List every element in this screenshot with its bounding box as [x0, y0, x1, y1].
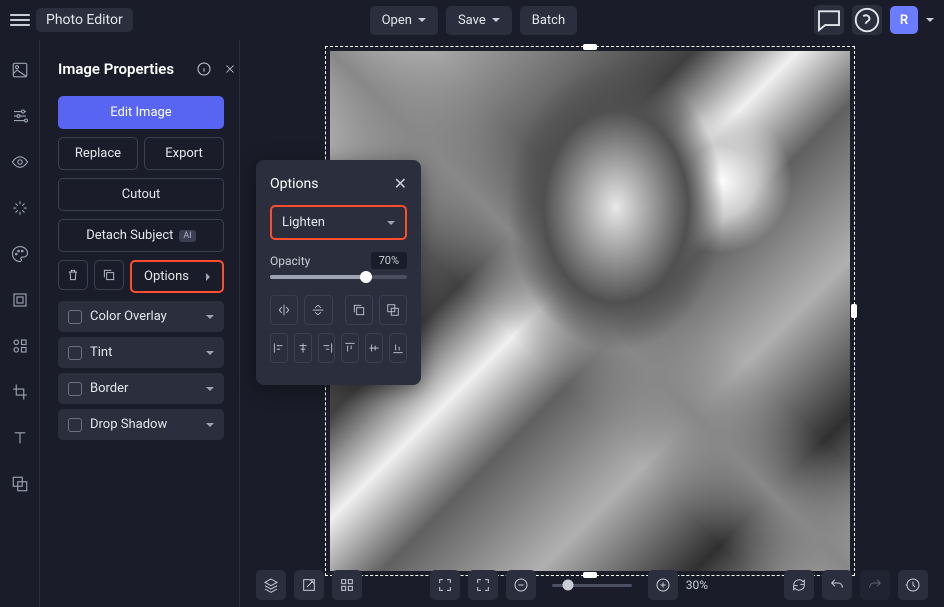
- align-left-button[interactable]: [270, 333, 288, 363]
- copy-button[interactable]: [345, 295, 373, 325]
- open-button[interactable]: Open: [370, 6, 438, 35]
- info-icon[interactable]: [195, 60, 213, 78]
- chevron-down-icon: [206, 315, 214, 319]
- image-tool-icon[interactable]: [8, 58, 32, 82]
- replace-button[interactable]: Replace: [58, 137, 138, 170]
- eye-tool-icon[interactable]: [8, 150, 32, 174]
- crop-tool-icon[interactable]: [8, 380, 32, 404]
- blend-mode-select[interactable]: Lighten: [270, 205, 407, 240]
- refresh-button[interactable]: [784, 570, 814, 600]
- ai-badge: AI: [179, 230, 195, 242]
- export-button[interactable]: Export: [144, 137, 224, 170]
- hamburger-menu-icon[interactable]: [10, 10, 30, 30]
- avatar[interactable]: R: [890, 6, 918, 34]
- align-center-h-button[interactable]: [294, 333, 312, 363]
- cutout-button[interactable]: Cutout: [58, 178, 224, 211]
- history-button[interactable]: [898, 570, 928, 600]
- opacity-slider[interactable]: [270, 275, 407, 279]
- slider-thumb[interactable]: [360, 271, 372, 283]
- checkbox-icon[interactable]: [68, 382, 82, 396]
- app-title: Photo Editor: [36, 8, 133, 32]
- chevron-down-icon: [387, 221, 395, 225]
- resize-handle-right[interactable]: [851, 304, 857, 318]
- undo-button[interactable]: [822, 570, 852, 600]
- align-center-v-button[interactable]: [365, 333, 383, 363]
- layers-tool-icon[interactable]: [8, 472, 32, 496]
- detach-subject-button[interactable]: Detach Subject AI: [58, 219, 224, 252]
- palette-tool-icon[interactable]: [8, 242, 32, 266]
- grid-view-button[interactable]: [332, 570, 362, 600]
- edit-page-button[interactable]: [294, 570, 324, 600]
- sparkle-tool-icon[interactable]: [8, 196, 32, 220]
- resize-handle-top[interactable]: [583, 44, 597, 50]
- tint-expand[interactable]: Tint: [58, 337, 224, 368]
- adjust-tool-icon[interactable]: [8, 104, 32, 128]
- checkbox-icon[interactable]: [68, 418, 82, 432]
- opacity-value: 70%: [371, 252, 407, 269]
- drop-shadow-expand[interactable]: Drop Shadow: [58, 409, 224, 440]
- zoom-in-button[interactable]: [648, 570, 678, 600]
- chevron-down-icon: [206, 387, 214, 391]
- options-popup: Options ✕ Lighten Opacity 70%: [256, 160, 421, 385]
- chevron-right-icon: [206, 273, 210, 281]
- chevron-down-icon: [206, 351, 214, 355]
- delete-button[interactable]: [58, 260, 88, 290]
- duplicate-button[interactable]: [94, 260, 124, 290]
- help-button[interactable]: [852, 5, 882, 35]
- chevron-down-icon: [418, 18, 426, 22]
- shapes-tool-icon[interactable]: [8, 334, 32, 358]
- fullscreen-button[interactable]: [430, 570, 460, 600]
- checkbox-icon[interactable]: [68, 346, 82, 360]
- comments-button[interactable]: [814, 5, 844, 35]
- checkbox-icon[interactable]: [68, 310, 82, 324]
- color-overlay-expand[interactable]: Color Overlay: [58, 301, 224, 332]
- layers-button[interactable]: [256, 570, 286, 600]
- text-tool-icon[interactable]: [8, 426, 32, 450]
- chevron-down-icon: [492, 18, 500, 22]
- mask-button[interactable]: [379, 295, 407, 325]
- align-right-button[interactable]: [318, 333, 336, 363]
- frame-tool-icon[interactable]: [8, 288, 32, 312]
- chevron-down-icon: [206, 423, 214, 427]
- flip-horizontal-button[interactable]: [270, 295, 298, 325]
- sidebar-title: Image Properties: [58, 60, 187, 78]
- popup-title: Options: [270, 176, 394, 192]
- options-button[interactable]: Options: [130, 260, 224, 293]
- edit-image-button[interactable]: Edit Image: [58, 96, 224, 129]
- redo-button[interactable]: [860, 570, 890, 600]
- align-top-button[interactable]: [341, 333, 359, 363]
- border-expand[interactable]: Border: [58, 373, 224, 404]
- fit-button[interactable]: [468, 570, 498, 600]
- close-icon[interactable]: [221, 60, 239, 78]
- zoom-value: 30%: [686, 578, 708, 592]
- align-bottom-button[interactable]: [389, 333, 407, 363]
- zoom-slider[interactable]: [552, 584, 632, 587]
- opacity-label: Opacity: [270, 254, 310, 268]
- flip-vertical-button[interactable]: [304, 295, 332, 325]
- batch-button[interactable]: Batch: [520, 6, 577, 35]
- save-button[interactable]: Save: [446, 6, 512, 35]
- chevron-down-icon[interactable]: [926, 18, 934, 22]
- zoom-out-button[interactable]: [506, 570, 536, 600]
- close-icon[interactable]: ✕: [394, 174, 407, 193]
